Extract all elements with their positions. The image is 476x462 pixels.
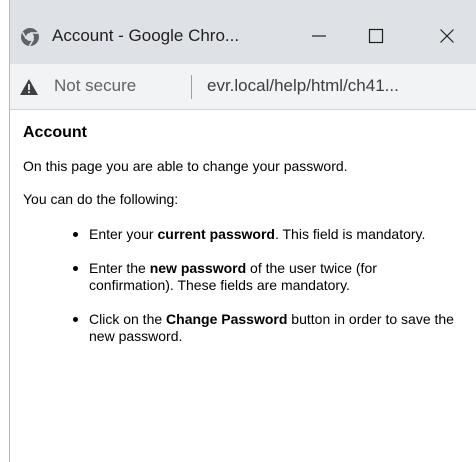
not-secure-label[interactable]: Not secure xyxy=(54,76,136,96)
background-page-edge xyxy=(0,0,9,462)
item-bold-text: new password xyxy=(149,260,247,276)
lead-text: You can do the following: xyxy=(23,191,179,207)
page-heading: Account xyxy=(23,124,87,141)
intro-text: On this page you are able to change your… xyxy=(23,158,348,174)
help-content: Account On this page you are able to cha… xyxy=(23,110,463,362)
list-item: Enter the new password of the user twice… xyxy=(73,260,461,294)
item-text: Click on the xyxy=(89,311,167,327)
close-button[interactable] xyxy=(424,16,470,56)
maximize-icon xyxy=(368,28,384,44)
browser-popup-window: Account - Google Chro... Not secure evr. xyxy=(9,0,476,462)
minimize-button[interactable] xyxy=(296,16,342,56)
address-bar[interactable]: Not secure evr.local/help/html/ch41... xyxy=(10,64,476,110)
instruction-list: Enter your current password. This field … xyxy=(23,226,463,345)
item-text: . This field is mandatory. xyxy=(274,226,426,242)
url-text[interactable]: evr.local/help/html/ch41... xyxy=(207,76,399,96)
chrome-icon xyxy=(21,28,39,47)
close-icon xyxy=(440,29,454,43)
title-bar[interactable]: Account - Google Chro... xyxy=(10,0,476,64)
list-item: Click on the Change Password button in o… xyxy=(73,311,461,345)
maximize-button[interactable] xyxy=(353,16,399,56)
item-bold-text: current password xyxy=(157,226,275,242)
window-title: Account - Google Chro... xyxy=(52,26,240,45)
item-bold-text: Change Password xyxy=(166,311,288,327)
address-divider xyxy=(191,75,192,99)
list-item: Enter your current password. This field … xyxy=(73,226,461,243)
item-text: Enter the xyxy=(89,260,150,276)
warning-icon[interactable] xyxy=(19,78,39,96)
item-text: Enter your xyxy=(89,226,158,242)
minimize-icon xyxy=(312,35,326,37)
